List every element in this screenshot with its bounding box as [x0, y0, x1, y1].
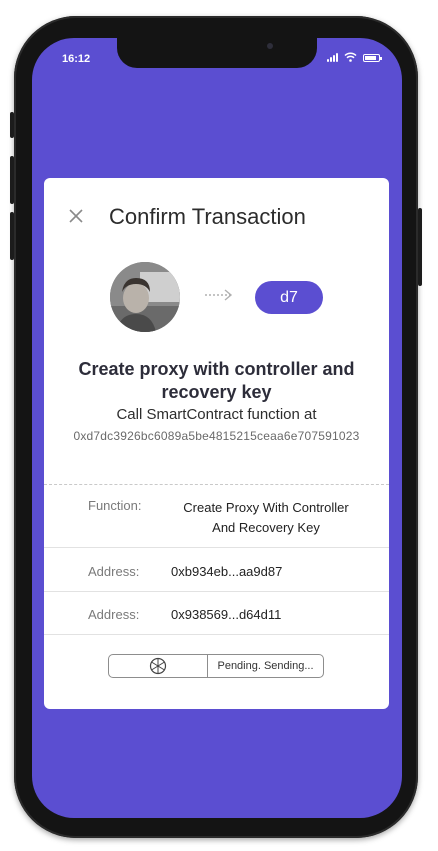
- close-icon[interactable]: [66, 206, 86, 226]
- row-label: Address:: [88, 607, 140, 622]
- confirm-transaction-dialog: Confirm Transaction d7 Create proxy with…: [44, 178, 389, 709]
- spinner-icon: [149, 657, 167, 675]
- row-divider: [44, 547, 389, 548]
- volume-up-button: [10, 156, 14, 204]
- power-button: [418, 208, 422, 286]
- row-value: 0x938569...d64d11: [171, 607, 282, 622]
- pending-status: Pending. Sending...: [108, 654, 324, 678]
- contract-address: 0xd7dc3926bc6089a5be4815215ceaa6e7075910…: [73, 429, 360, 443]
- volume-down-button: [10, 212, 14, 260]
- row-value: 0xb934eb...aa9d87: [171, 564, 283, 579]
- row-label: Function:: [88, 498, 142, 513]
- spinner-box: [109, 655, 208, 677]
- arrow-right-icon: [205, 289, 233, 301]
- status-time: 16:12: [62, 53, 91, 65]
- row-value: Create Proxy With Controller And Recover…: [183, 500, 349, 535]
- sender-avatar: [110, 262, 180, 332]
- notch: [117, 38, 317, 68]
- screen: 16:12 Confirm Transaction d7 Create prox…: [32, 38, 402, 818]
- transaction-heading: Create proxy with controller and recover…: [78, 359, 355, 402]
- signal-icon: [327, 52, 338, 62]
- mute-switch: [10, 112, 14, 138]
- row-label: Address:: [88, 564, 140, 579]
- device-mockup: 16:12 Confirm Transaction d7 Create prox…: [0, 0, 438, 851]
- status-icons: [327, 52, 382, 62]
- battery-icon: [363, 54, 382, 62]
- divider: [44, 484, 389, 485]
- camera: [267, 43, 273, 49]
- wifi-icon: [344, 52, 357, 62]
- transaction-subtitle: Call SmartContract function at: [116, 406, 317, 423]
- dialog-title: Confirm Transaction: [109, 204, 306, 229]
- row-divider: [44, 591, 389, 592]
- row-divider: [44, 634, 389, 635]
- pending-text: Pending. Sending...: [217, 660, 314, 672]
- recipient-badge[interactable]: d7: [255, 281, 323, 314]
